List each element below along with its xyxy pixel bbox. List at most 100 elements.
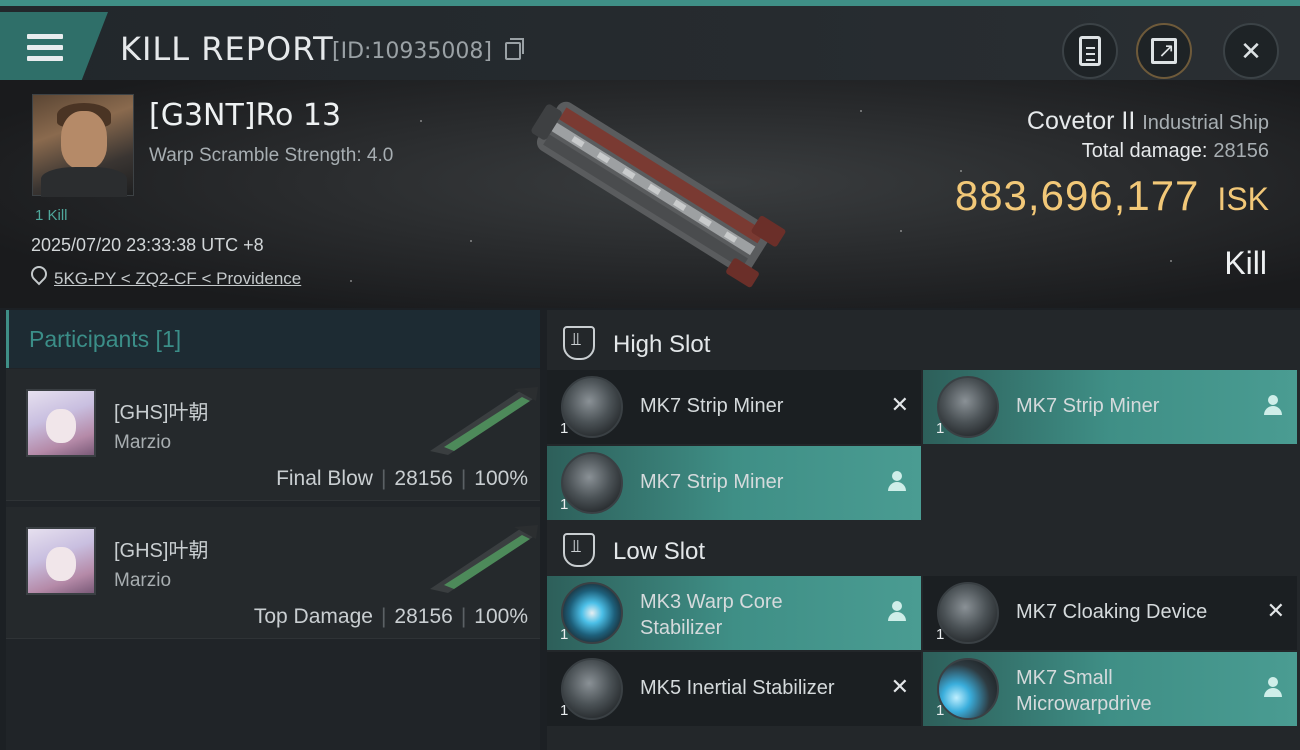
- stat-separator: |: [460, 605, 467, 628]
- warp-scramble-strength: Warp Scramble Strength: 4.0: [149, 145, 394, 166]
- copy-icon[interactable]: [505, 38, 524, 60]
- module-item[interactable]: 1 MK5 Inertial Stabilizer ✕: [547, 652, 921, 726]
- strip-miner-icon: [561, 376, 623, 438]
- isk-unit: ISK: [1217, 181, 1269, 217]
- inertial-stabilizer-icon: [561, 658, 623, 720]
- module-name: MK5 Inertial Stabilizer: [640, 677, 835, 699]
- title-bar: KILL REPORT [ID:10935008] ✕: [0, 0, 1300, 82]
- high-slot-label: High Slot: [613, 331, 711, 358]
- module-quantity: 1: [560, 420, 569, 437]
- module-quantity: 1: [936, 420, 945, 437]
- participant-name: [GHS]叶朝: [114, 402, 209, 424]
- export-icon: [1151, 38, 1177, 64]
- total-damage-label: Total damage:: [1081, 140, 1208, 162]
- close-icon: ✕: [1240, 35, 1262, 66]
- participant-row[interactable]: [GHS]叶朝 Marzio Final Blow | 28156 | 100%: [6, 369, 540, 501]
- clipboard-button[interactable]: [1062, 23, 1118, 79]
- participant-ship-icon: [430, 525, 538, 593]
- strip-miner-icon: [937, 376, 999, 438]
- participant-role: Final Blow: [276, 467, 373, 490]
- module-name-line: MK7 Small: [1016, 667, 1113, 689]
- stat-separator: |: [460, 467, 467, 490]
- module-name-line: MK3 Warp Core: [640, 591, 783, 613]
- total-damage-value: 28156: [1213, 140, 1269, 162]
- participants-header[interactable]: Participants [1]: [6, 310, 540, 368]
- module-name: MK7 Strip Miner: [1016, 395, 1160, 417]
- participants-panel: Participants [1] [GHS]叶朝 Marzio Final Bl…: [6, 310, 540, 750]
- module-quantity: 1: [560, 626, 569, 643]
- module-quantity: 1: [560, 496, 569, 513]
- kill-datetime: 2025/07/20 23:33:38 UTC +8: [31, 235, 264, 255]
- victim-kill-count: 1 Kill: [35, 207, 68, 224]
- victim-name[interactable]: [G3NT]Ro 13: [149, 98, 341, 133]
- participants-title: Participants [1]: [29, 326, 182, 352]
- participant-damage: 28156: [394, 467, 453, 490]
- clipboard-icon: [1079, 36, 1101, 66]
- module-name: MK7 Small Microwarpdrive: [1016, 665, 1152, 717]
- participant-avatar[interactable]: [26, 527, 96, 595]
- fitting-slots-panel: High Slot 1 MK7 Strip Miner ✕ 1 MK7 Stri…: [547, 310, 1300, 750]
- microwarpdrive-icon: [937, 658, 999, 720]
- isk-amount: 883,696,177: [954, 172, 1200, 219]
- ship-class: Industrial Ship: [1142, 112, 1269, 134]
- ship-name: Covetor II Industrial Ship: [1027, 107, 1269, 136]
- module-name: MK7 Strip Miner: [640, 395, 784, 417]
- participant-damage: 28156: [394, 605, 453, 628]
- participant-percent: 100%: [474, 467, 528, 490]
- participant-percent: 100%: [474, 605, 528, 628]
- module-item[interactable]: 1 MK7 Strip Miner ✕: [547, 370, 921, 444]
- page-title: KILL REPORT: [120, 30, 334, 68]
- module-item[interactable]: 1 MK7 Small Microwarpdrive: [923, 652, 1297, 726]
- participant-corp: Marzio: [114, 432, 172, 453]
- export-button[interactable]: [1136, 23, 1192, 79]
- module-item[interactable]: 1 MK3 Warp Core Stabilizer: [547, 576, 921, 650]
- participant-corp: Marzio: [114, 570, 172, 591]
- destroyed-icon: ✕: [890, 392, 909, 417]
- isk-value: 883,696,177 ISK: [955, 172, 1269, 220]
- module-name-line: Microwarpdrive: [1016, 693, 1152, 715]
- low-slot-icon: [563, 533, 595, 567]
- report-id: [ID:10935008]: [332, 39, 492, 64]
- victim-ship-image: [531, 101, 786, 288]
- cloaking-device-icon: [937, 582, 999, 644]
- participant-name: [GHS]叶朝: [114, 540, 209, 562]
- module-item[interactable]: 1 MK7 Strip Miner: [547, 446, 921, 520]
- participant-stats: Final Blow | 28156 | 100%: [276, 467, 528, 491]
- module-quantity: 1: [936, 702, 945, 719]
- low-slot-header: Low Slot: [547, 521, 1300, 577]
- module-item[interactable]: 1 MK7 Cloaking Device ✕: [923, 576, 1297, 650]
- destroyed-icon: ✕: [890, 674, 909, 699]
- module-name: MK7 Cloaking Device: [1016, 601, 1208, 623]
- warp-core-stabilizer-icon: [561, 582, 623, 644]
- destroyed-icon: ✕: [1266, 598, 1285, 623]
- menu-button[interactable]: [0, 12, 108, 82]
- kill-result: Kill: [1224, 245, 1267, 281]
- ship-type: Covetor II: [1026, 107, 1136, 135]
- participant-ship-icon: [430, 387, 538, 455]
- stat-separator: |: [380, 605, 387, 628]
- module-item[interactable]: 1 MK7 Strip Miner: [923, 370, 1297, 444]
- dropped-person-icon: [888, 471, 906, 491]
- participant-role: Top Damage: [253, 605, 373, 628]
- total-damage: Total damage: 28156: [1082, 140, 1269, 163]
- participant-row[interactable]: [GHS]叶朝 Marzio Top Damage | 28156 | 100%: [6, 507, 540, 639]
- stat-separator: |: [380, 467, 387, 490]
- high-slot-icon: [563, 326, 595, 360]
- location-pin-icon: [31, 266, 45, 284]
- kill-location-link[interactable]: 5KG-PY < ZQ2-CF < Providence: [54, 269, 301, 289]
- dropped-person-icon: [1264, 395, 1282, 415]
- module-quantity: 1: [936, 626, 945, 643]
- low-slot-label: Low Slot: [613, 538, 706, 565]
- strip-miner-icon: [561, 452, 623, 514]
- module-name: MK3 Warp Core Stabilizer: [640, 589, 783, 641]
- victim-avatar[interactable]: [32, 94, 134, 197]
- dropped-person-icon: [1264, 677, 1282, 697]
- high-slot-header: High Slot: [547, 314, 1300, 370]
- close-button[interactable]: ✕: [1223, 23, 1279, 79]
- module-name: MK7 Strip Miner: [640, 471, 784, 493]
- module-quantity: 1: [560, 702, 569, 719]
- hamburger-icon[interactable]: [27, 34, 63, 62]
- dropped-person-icon: [888, 601, 906, 621]
- participant-avatar[interactable]: [26, 389, 96, 457]
- participant-stats: Top Damage | 28156 | 100%: [254, 605, 528, 629]
